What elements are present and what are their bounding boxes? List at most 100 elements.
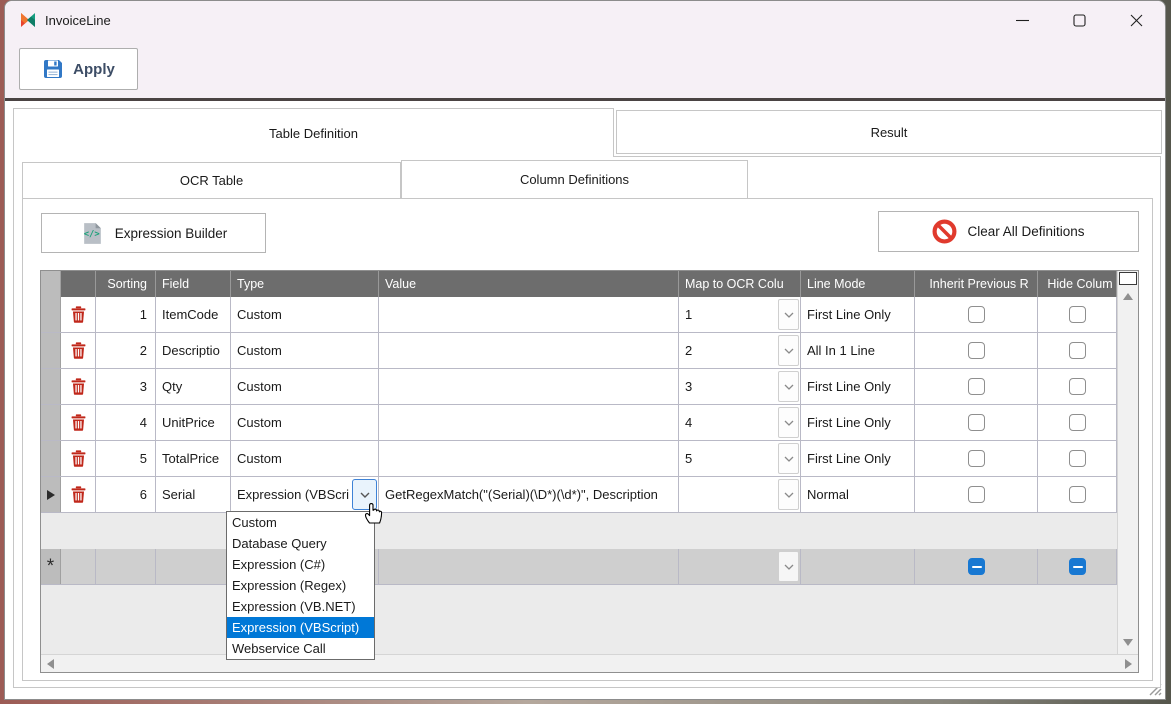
close-button[interactable] <box>1108 1 1165 39</box>
horizontal-scrollbar[interactable] <box>41 654 1138 672</box>
dropdown-option[interactable]: Database Query <box>227 533 374 554</box>
cell-hide-column[interactable] <box>1038 441 1117 476</box>
cell-line-mode[interactable]: Normal <box>801 477 915 512</box>
cell-field[interactable]: ItemCode <box>156 297 231 332</box>
inherit-checkbox[interactable] <box>968 450 985 467</box>
cell-type[interactable]: Custom <box>231 369 379 404</box>
header-line-mode[interactable]: Line Mode <box>801 271 915 297</box>
map-dropdown-button[interactable] <box>778 299 799 330</box>
cell-sorting[interactable]: 6 <box>96 477 156 512</box>
hide-checkbox[interactable] <box>1069 450 1086 467</box>
cell-line-mode[interactable]: First Line Only <box>801 405 915 440</box>
hide-checkbox-indeterminate[interactable] <box>1069 558 1086 575</box>
cell-inherit-previous-row[interactable] <box>915 369 1038 404</box>
cell-value[interactable] <box>379 441 679 476</box>
dropdown-option[interactable]: Custom <box>227 512 374 533</box>
tab-table-definition[interactable]: Table Definition <box>13 108 614 157</box>
cell-type[interactable]: Custom <box>231 333 379 368</box>
cell-inherit-previous-row[interactable] <box>915 297 1038 332</box>
cell-map-to-ocr-column[interactable] <box>679 477 801 512</box>
new-cell-sorting[interactable] <box>96 549 156 584</box>
cell-sorting[interactable]: 4 <box>96 405 156 440</box>
hide-checkbox[interactable] <box>1069 306 1086 323</box>
dropdown-option[interactable]: Expression (VB.NET) <box>227 596 374 617</box>
cell-hide-column[interactable] <box>1038 369 1117 404</box>
cell-line-mode[interactable]: First Line Only <box>801 297 915 332</box>
vertical-scrollbar[interactable] <box>1117 271 1138 654</box>
delete-row-button[interactable] <box>61 333 96 368</box>
hide-checkbox[interactable] <box>1069 486 1086 503</box>
clear-all-definitions-button[interactable]: Clear All Definitions <box>878 211 1139 252</box>
inherit-checkbox[interactable] <box>968 342 985 359</box>
cell-field[interactable]: Descriptio <box>156 333 231 368</box>
header-type[interactable]: Type <box>231 271 379 297</box>
delete-row-button[interactable] <box>61 369 96 404</box>
cell-hide-column[interactable] <box>1038 405 1117 440</box>
tab-column-definitions[interactable]: Column Definitions <box>401 160 748 198</box>
scroll-right-button[interactable] <box>1125 659 1132 669</box>
new-cell-value[interactable] <box>379 549 679 584</box>
cell-value[interactable] <box>379 405 679 440</box>
tab-result[interactable]: Result <box>616 110 1162 154</box>
new-cell-hide-column[interactable] <box>1038 549 1117 584</box>
scroll-down-button[interactable] <box>1123 639 1133 646</box>
maximize-button[interactable] <box>1051 1 1108 39</box>
new-cell-field[interactable] <box>156 549 231 584</box>
cell-value[interactable]: GetRegexMatch("(Serial)(\D*)(\d*)", Desc… <box>379 477 679 512</box>
cell-map-to-ocr-column[interactable]: 4 <box>679 405 801 440</box>
cell-inherit-previous-row[interactable] <box>915 333 1038 368</box>
inherit-checkbox-indeterminate[interactable] <box>968 558 985 575</box>
new-cell-map-to-ocr-column[interactable] <box>679 549 801 584</box>
map-dropdown-button[interactable] <box>778 407 799 438</box>
cell-inherit-previous-row[interactable] <box>915 405 1038 440</box>
scroll-left-button[interactable] <box>47 659 54 669</box>
new-cell-line-mode[interactable] <box>801 549 915 584</box>
scroll-up-button[interactable] <box>1123 293 1133 300</box>
cell-hide-column[interactable] <box>1038 297 1117 332</box>
map-dropdown-button[interactable] <box>778 371 799 402</box>
cell-type[interactable]: Custom <box>231 405 379 440</box>
cell-field[interactable]: Qty <box>156 369 231 404</box>
header-field[interactable]: Field <box>156 271 231 297</box>
dropdown-option[interactable]: Expression (C#) <box>227 554 374 575</box>
hide-checkbox[interactable] <box>1069 378 1086 395</box>
delete-row-button[interactable] <box>61 441 96 476</box>
cell-type[interactable]: Expression (VBScri <box>231 477 379 512</box>
header-map-to-ocr-column[interactable]: Map to OCR Colu <box>679 271 801 297</box>
dropdown-option[interactable]: Expression (VBScript) <box>227 617 374 638</box>
dropdown-option[interactable]: Webservice Call <box>227 638 374 659</box>
cell-sorting[interactable]: 2 <box>96 333 156 368</box>
inherit-checkbox[interactable] <box>968 414 985 431</box>
header-inherit-previous-row[interactable]: Inherit Previous R <box>915 271 1038 297</box>
expression-builder-button[interactable]: </> Expression Builder <box>41 213 266 253</box>
inherit-checkbox[interactable] <box>968 486 985 503</box>
cell-line-mode[interactable]: First Line Only <box>801 441 915 476</box>
cell-map-to-ocr-column[interactable]: 1 <box>679 297 801 332</box>
cell-value[interactable] <box>379 369 679 404</box>
cell-hide-column[interactable] <box>1038 477 1117 512</box>
new-cell-inherit-previous-row[interactable] <box>915 549 1038 584</box>
header-hide-column[interactable]: Hide Colum <box>1038 271 1117 297</box>
map-dropdown-button[interactable] <box>778 479 799 510</box>
cell-type[interactable]: Custom <box>231 297 379 332</box>
header-value[interactable]: Value <box>379 271 679 297</box>
apply-button[interactable]: Apply <box>19 48 138 90</box>
delete-row-button[interactable] <box>61 405 96 440</box>
cell-map-to-ocr-column[interactable]: 3 <box>679 369 801 404</box>
cell-field[interactable]: TotalPrice <box>156 441 231 476</box>
dropdown-option[interactable]: Expression (Regex) <box>227 575 374 596</box>
map-dropdown-button[interactable] <box>778 551 799 582</box>
hide-checkbox[interactable] <box>1069 342 1086 359</box>
cell-line-mode[interactable]: First Line Only <box>801 369 915 404</box>
cell-sorting[interactable]: 5 <box>96 441 156 476</box>
inherit-checkbox[interactable] <box>968 306 985 323</box>
cell-hide-column[interactable] <box>1038 333 1117 368</box>
cell-sorting[interactable]: 1 <box>96 297 156 332</box>
cell-field[interactable]: UnitPrice <box>156 405 231 440</box>
delete-row-button[interactable] <box>61 477 96 512</box>
cell-value[interactable] <box>379 333 679 368</box>
cell-value[interactable] <box>379 297 679 332</box>
cell-inherit-previous-row[interactable] <box>915 441 1038 476</box>
header-sorting[interactable]: Sorting <box>96 271 156 297</box>
cell-inherit-previous-row[interactable] <box>915 477 1038 512</box>
